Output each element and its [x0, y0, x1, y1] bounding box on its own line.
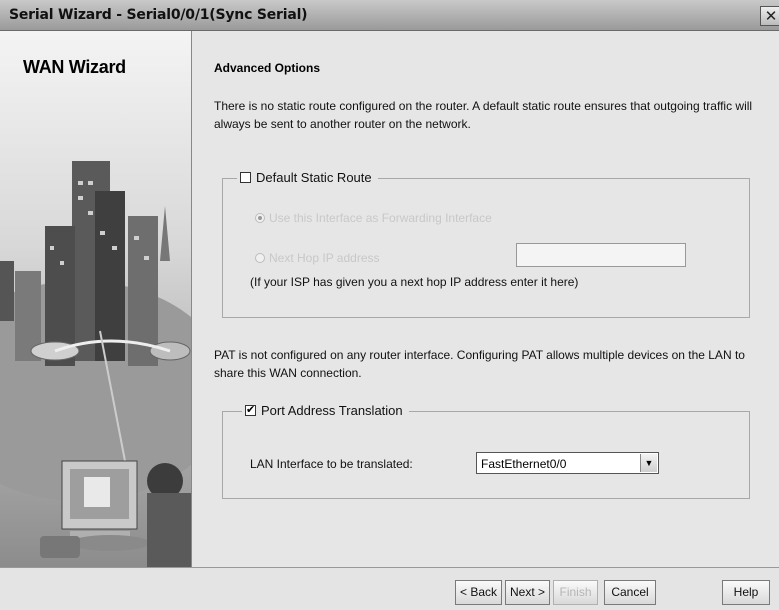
- section-title: Advanced Options: [214, 61, 321, 75]
- close-icon: ✕: [764, 8, 778, 25]
- next-hop-ip-input[interactable]: [516, 243, 686, 267]
- serial-wizard-window: Serial Wizard - Serial0/0/1(Sync Serial)…: [0, 0, 779, 610]
- button-bar: < Back Next > Finish Cancel Help: [0, 567, 779, 610]
- wizard-illustration: [0, 161, 191, 567]
- cancel-button[interactable]: Cancel: [604, 580, 656, 605]
- next-hop-label: Next Hop IP address: [269, 251, 380, 265]
- wizard-content: Advanced Options There is no static rout…: [192, 31, 779, 567]
- next-hop-radio[interactable]: [255, 253, 265, 263]
- lan-interface-value: FastEthernet0/0: [481, 457, 567, 471]
- pat-checkbox[interactable]: [245, 403, 256, 416]
- wizard-sidebar: WAN Wizard: [0, 31, 192, 567]
- back-button[interactable]: < Back: [455, 580, 502, 605]
- pat-label: Port Address Translation: [261, 403, 403, 418]
- use-interface-label: Use this Interface as Forwarding Interfa…: [269, 211, 492, 225]
- use-interface-radio[interactable]: [255, 213, 265, 223]
- default-static-route-label: Default Static Route: [256, 170, 372, 185]
- pat-legend[interactable]: Port Address Translation: [242, 403, 409, 418]
- default-static-route-legend[interactable]: Default Static Route: [237, 170, 378, 185]
- next-hop-hint: (If your ISP has given you a next hop IP…: [250, 275, 579, 289]
- next-hop-option[interactable]: Next Hop IP address: [255, 251, 380, 265]
- default-static-route-checkbox[interactable]: [240, 172, 251, 183]
- help-button[interactable]: Help: [722, 580, 770, 605]
- use-interface-option[interactable]: Use this Interface as Forwarding Interfa…: [255, 211, 492, 225]
- finish-button[interactable]: Finish: [553, 580, 598, 605]
- title-bar: Serial Wizard - Serial0/0/1(Sync Serial)…: [0, 0, 779, 31]
- pat-info: PAT is not configured on any router inte…: [214, 348, 745, 380]
- next-button[interactable]: Next >: [505, 580, 550, 605]
- window-title: Serial Wizard - Serial0/0/1(Sync Serial): [9, 7, 308, 23]
- close-button[interactable]: ✕: [760, 6, 779, 26]
- wizard-title: WAN Wizard: [23, 57, 126, 77]
- pat-group: Port Address Translation LAN Interface t…: [222, 403, 750, 499]
- default-static-route-group: Default Static Route Use this Interface …: [222, 170, 750, 318]
- chevron-down-icon[interactable]: ▼: [640, 454, 657, 472]
- static-route-info: There is no static route configured on t…: [214, 99, 753, 131]
- lan-interface-select[interactable]: FastEthernet0/0 ▼: [476, 452, 659, 474]
- lan-interface-label: LAN Interface to be translated:: [250, 457, 413, 471]
